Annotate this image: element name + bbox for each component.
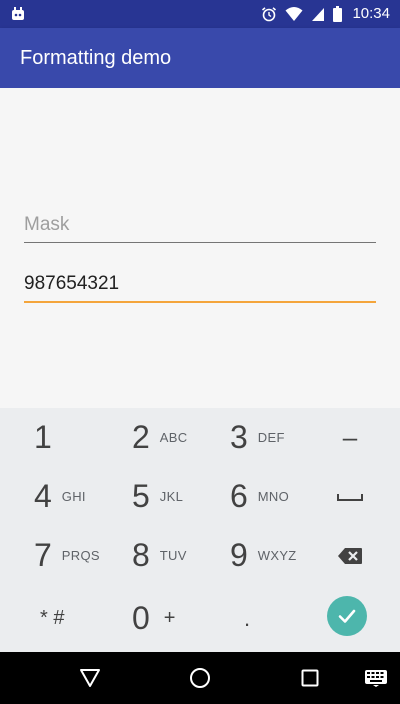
app-bar: Formatting demo [0, 28, 400, 88]
dot-label: . [244, 605, 251, 631]
mask-field-underline [24, 242, 376, 243]
status-clock: 10:34 [352, 5, 390, 22]
key-digit: 2 [132, 419, 150, 455]
key-6[interactable]: 6 MNO [230, 467, 320, 526]
recents-icon [301, 669, 319, 687]
backspace-icon [338, 547, 362, 564]
key-5[interactable]: 5 JKL [132, 467, 222, 526]
key-digit: 4 [34, 478, 52, 514]
key-digit: 6 [230, 478, 248, 514]
home-icon [190, 668, 210, 688]
numeric-keypad: 1 2 ABC 3 DEF – 4 GHI 5 JKL 6 MNO 7 PRQS… [0, 408, 400, 652]
key-7[interactable]: 7 PRQS [34, 526, 124, 585]
recents-button[interactable] [280, 652, 340, 704]
key-letters: JKL [159, 489, 184, 504]
done-button[interactable] [327, 596, 367, 636]
key-9[interactable]: 9 WXYZ [230, 526, 320, 585]
page-title: Formatting demo [20, 47, 172, 69]
key-minus[interactable]: – [328, 408, 372, 467]
battery-icon [333, 6, 343, 22]
signal-icon [312, 8, 325, 21]
key-digit: 9 [230, 537, 248, 573]
key-letters: TUV [159, 548, 187, 563]
key-letters: MNO [257, 489, 290, 504]
key-star-hash[interactable]: * # [34, 589, 124, 648]
key-digit: 8 [132, 537, 150, 573]
star-hash-label: * # [40, 607, 65, 629]
home-button[interactable] [170, 652, 230, 704]
wifi-icon [285, 7, 303, 21]
android-debug-icon [12, 7, 24, 20]
key-digit: 3 [230, 419, 248, 455]
key-3[interactable]: 3 DEF [230, 408, 320, 467]
key-4[interactable]: 4 GHI [34, 467, 124, 526]
key-letters: DEF [257, 430, 285, 445]
key-letters: PRQS [61, 548, 100, 563]
number-field-underline [24, 301, 376, 303]
key-8[interactable]: 8 TUV [132, 526, 222, 585]
navigation-bar [0, 652, 400, 704]
back-button[interactable] [60, 652, 120, 704]
key-dot[interactable]: . [230, 589, 320, 648]
key-2[interactable]: 2 ABC [132, 408, 222, 467]
key-digit: 5 [132, 478, 150, 514]
number-field[interactable]: 987654321 [24, 271, 376, 303]
minus-label: – [342, 422, 358, 452]
key-digit: 7 [34, 537, 52, 573]
alarm-icon [262, 7, 277, 22]
key-0[interactable]: 0 + [132, 589, 222, 648]
space-icon [337, 493, 363, 501]
key-letters: + [163, 607, 176, 629]
key-letters: WXYZ [257, 548, 297, 563]
mask-field-placeholder[interactable]: Mask [24, 212, 376, 238]
key-space[interactable] [328, 467, 372, 526]
key-digit: 1 [34, 419, 52, 455]
key-letters: GHI [61, 489, 86, 504]
number-field-value[interactable]: 987654321 [24, 271, 376, 297]
mask-field[interactable]: Mask [24, 212, 376, 243]
form-area: Mask 987654321 [0, 88, 400, 408]
key-digit: 0 [132, 600, 150, 636]
check-icon [338, 609, 356, 623]
back-icon [80, 669, 100, 687]
key-backspace[interactable] [328, 526, 372, 585]
key-letters: ABC [159, 430, 188, 445]
keyboard-switch-button[interactable] [346, 652, 400, 704]
status-bar: 10:34 [0, 0, 400, 28]
key-1[interactable]: 1 [34, 408, 124, 467]
keyboard-icon [365, 670, 387, 687]
